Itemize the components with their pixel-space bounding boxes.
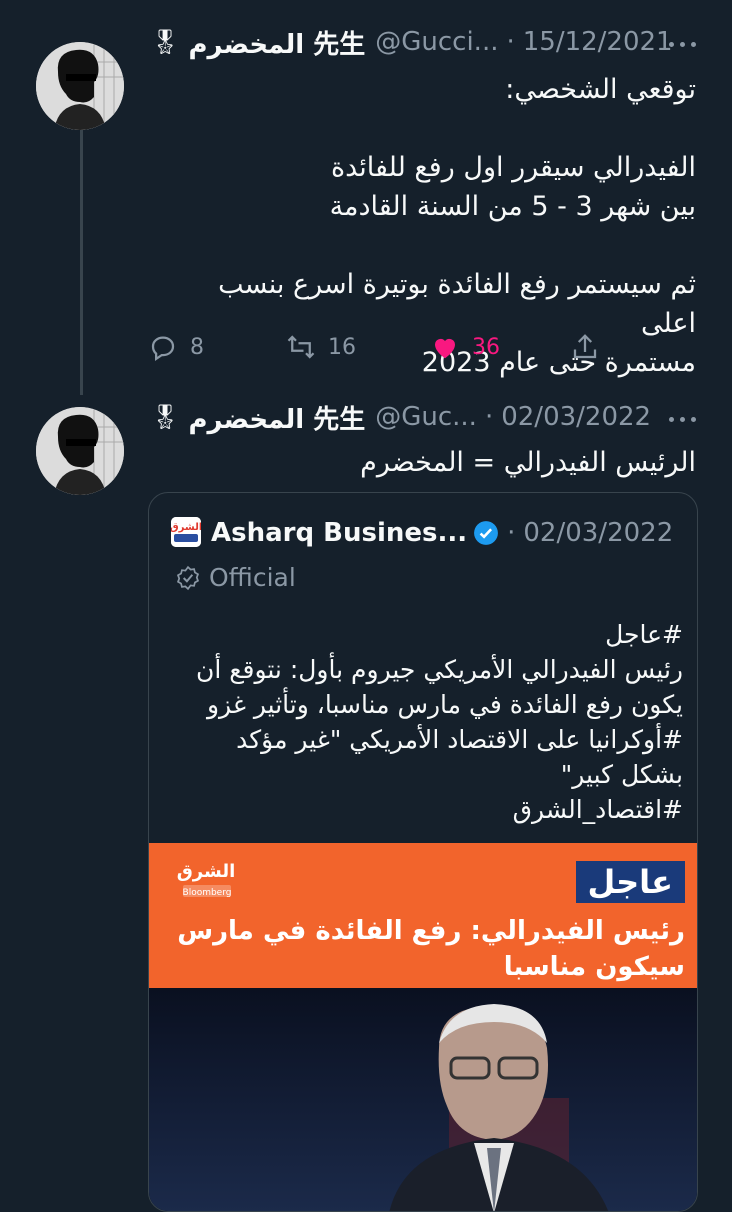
tweet-text: الرئيس الفيدرالي = المخضرم (156, 443, 696, 482)
verified-badge-icon (474, 521, 499, 545)
official-label: Official (175, 563, 296, 592)
quoted-tweet-header: Asharq Busines... · 02/03/2022 (211, 515, 673, 551)
official-text: Official (209, 563, 296, 592)
quoted-line: يكون رفع الفائدة في مارس مناسبا، وتأثير … (206, 690, 683, 719)
asharq-bloomberg-logo: ﺍﻟﺸﺮﻕ Bloomberg (171, 855, 241, 905)
quoted-line: #أوكرانيا على الاقتصاد الأمريكي "غير مؤك… (236, 725, 683, 754)
reply-count: 8 (190, 334, 204, 360)
heart-icon (435, 338, 455, 359)
avatar[interactable] (36, 407, 124, 495)
tweet-line (156, 226, 696, 265)
quoted-line[interactable]: #اقتصاد_الشرق (163, 792, 683, 827)
handle[interactable]: @Gucci... (375, 27, 498, 57)
breaking-badge: عاجل (575, 861, 685, 903)
quoted-line[interactable]: #عاجل (163, 617, 683, 652)
asharq-logo-icon: ﺍﻟﺸﺮﻕ (171, 517, 201, 547)
quoted-tweet[interactable]: ﺍﻟﺸﺮﻕ Asharq Busines... · 02/03/2022 Off… (148, 492, 698, 1212)
medal-icon: 🎖 (150, 28, 181, 56)
more-options-icon[interactable] (662, 24, 702, 64)
news-banner: ﺍﻟﺸﺮﻕ Bloomberg عاجل رئيس الفيدرالي: رفع… (149, 843, 697, 988)
tweet-text: توقعي الشخصي: الفيدرالي سيقرر اول رفع لل… (156, 70, 696, 382)
more-options-icon[interactable] (662, 399, 702, 439)
quoted-display-name[interactable]: Asharq Busines... (211, 518, 467, 548)
retweet-icon (287, 335, 315, 359)
timestamp[interactable]: 15/12/2021 (523, 27, 673, 57)
svg-text:ﺍﻟﺸﺮﻕ: ﺍﻟﺸﺮﻕ (177, 861, 236, 882)
retweet-count: 16 (328, 334, 356, 360)
separator: · (484, 402, 494, 432)
reply-icon (151, 336, 175, 361)
tweet-line (156, 109, 696, 148)
news-headline: رئيس الفيدرالي: رفع الفائدة في مارس سيكو… (177, 916, 685, 982)
reply-button[interactable]: 8 (148, 332, 204, 362)
handle[interactable]: @Guc... (375, 402, 477, 432)
medal-icon: 🎖 (150, 403, 181, 431)
tweet-line: مستمرة حتى عام 2023 (421, 347, 696, 378)
display-name[interactable]: المخضرم 先生 (188, 24, 365, 61)
separator: · (507, 518, 516, 548)
svg-text:Bloomberg: Bloomberg (183, 888, 232, 898)
tweet[interactable]: 🎖 المخضرم 先生 @Gucci... · 15/12/2021 توقع… (0, 0, 732, 395)
share-button[interactable] (570, 332, 612, 362)
timestamp[interactable]: 02/03/2022 (501, 402, 651, 432)
powell-photo (149, 988, 697, 1211)
separator: · (506, 27, 515, 57)
display-name[interactable]: المخضرم 先生 (188, 399, 365, 436)
quoted-line: رئيس الفيدرالي الأمريكي جيروم بأول: نتوق… (195, 655, 683, 684)
tweet-header: 🎖 المخضرم 先生 @Guc... · 02/03/2022 (150, 397, 651, 437)
quoted-media-image[interactable]: ﺍﻟﺸﺮﻕ Bloomberg عاجل رئيس الفيدرالي: رفع… (149, 843, 697, 1211)
like-count: 36 (472, 334, 500, 360)
quoted-timestamp[interactable]: 02/03/2022 (523, 518, 673, 548)
quoted-line: بشكل كبير" (560, 760, 683, 789)
svg-text:ﺍﻟﺸﺮﻕ: ﺍﻟﺸﺮﻕ (171, 522, 201, 533)
tweet-line: توقعي الشخصي: (505, 74, 696, 105)
tweet-header: 🎖 المخضرم 先生 @Gucci... · 15/12/2021 (150, 22, 673, 62)
share-icon (573, 334, 597, 359)
tweet-line: ثم سيستمر رفع الفائدة بوتيرة اسرع بنسب ا… (218, 269, 696, 339)
tweet-line: الرئيس الفيدرالي = المخضرم (360, 447, 696, 478)
retweet-button[interactable]: 16 (286, 332, 356, 362)
quoted-tweet-text: #عاجل رئيس الفيدرالي الأمريكي جيروم بأول… (163, 617, 683, 827)
like-button[interactable]: 36 (430, 332, 500, 362)
tweet-line: الفيدرالي سيقرر اول رفع للفائدة (330, 152, 696, 183)
official-badge-icon (176, 565, 200, 590)
avatar[interactable] (36, 42, 124, 130)
tweet-line: بين شهر 3 - 5 من السنة القادمة (329, 191, 696, 222)
